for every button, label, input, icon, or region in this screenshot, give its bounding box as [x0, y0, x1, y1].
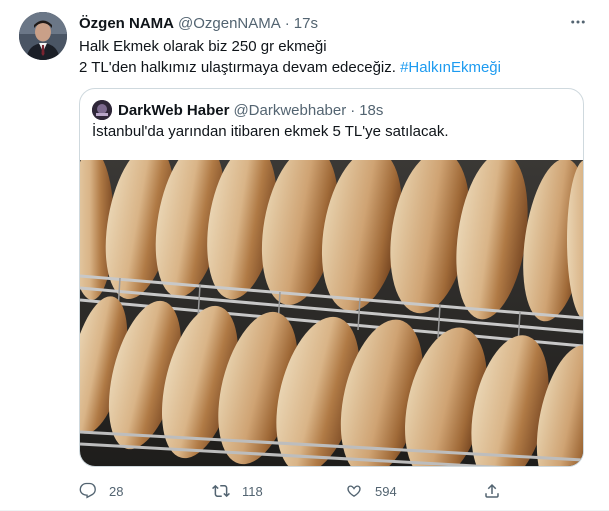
- tweet-text: Halk Ekmek olarak biz 250 gr ekmeği 2 TL…: [79, 36, 589, 78]
- quoted-tweet-text: İstanbul'da yarından itibaren ekmek 5 TL…: [92, 123, 449, 140]
- reply-button[interactable]: 28: [79, 480, 123, 502]
- quoted-separator: ·: [350, 101, 356, 119]
- tweet-header: Özgen NAMA @OzgenNAMA · 17s: [79, 13, 589, 33]
- tweet[interactable]: Özgen NAMA @OzgenNAMA · 17s Halk Ekmek o…: [0, 0, 609, 511]
- retweet-icon: [212, 484, 230, 498]
- like-count: 594: [375, 483, 397, 499]
- quoted-author-handle[interactable]: @Darkwebhaber: [233, 102, 346, 119]
- quoted-tweet-time[interactable]: 18s: [359, 102, 383, 119]
- share-icon: [485, 483, 499, 498]
- retweet-count: 118: [242, 483, 263, 499]
- tweet-text-line2: 2 TL'den halkımız ulaştırmaya devam edec…: [79, 59, 396, 76]
- tweet-text-line2-wrap: 2 TL'den halkımız ulaştırmaya devam edec…: [79, 57, 589, 78]
- share-button[interactable]: [483, 480, 513, 502]
- separator: ·: [284, 14, 290, 32]
- quoted-author-name[interactable]: DarkWeb Haber: [118, 102, 229, 119]
- quoted-tweet[interactable]: DarkWeb Haber @Darkwebhaber · 18s İstanb…: [79, 88, 584, 467]
- author-handle[interactable]: @OzgenNAMA: [178, 15, 281, 32]
- author-avatar[interactable]: [19, 12, 67, 60]
- like-button[interactable]: 594: [345, 480, 397, 502]
- more-icon[interactable]: [567, 11, 589, 33]
- author-name[interactable]: Özgen NAMA: [79, 15, 174, 32]
- reply-icon: [79, 482, 96, 499]
- retweet-button[interactable]: 118: [212, 480, 263, 502]
- tweet-text-line1: Halk Ekmek olarak biz 250 gr ekmeği: [79, 38, 327, 55]
- quoted-tweet-header: DarkWeb Haber @Darkwebhaber · 18s: [92, 100, 383, 120]
- action-bar: 28 118 594: [79, 480, 509, 502]
- bread-photo[interactable]: [80, 160, 583, 466]
- like-icon: [347, 485, 361, 497]
- hashtag-link[interactable]: #HalkınEkmeği: [400, 59, 501, 76]
- quoted-author-avatar[interactable]: [92, 100, 112, 120]
- reply-count: 28: [109, 483, 124, 499]
- tweet-time[interactable]: 17s: [294, 15, 318, 32]
